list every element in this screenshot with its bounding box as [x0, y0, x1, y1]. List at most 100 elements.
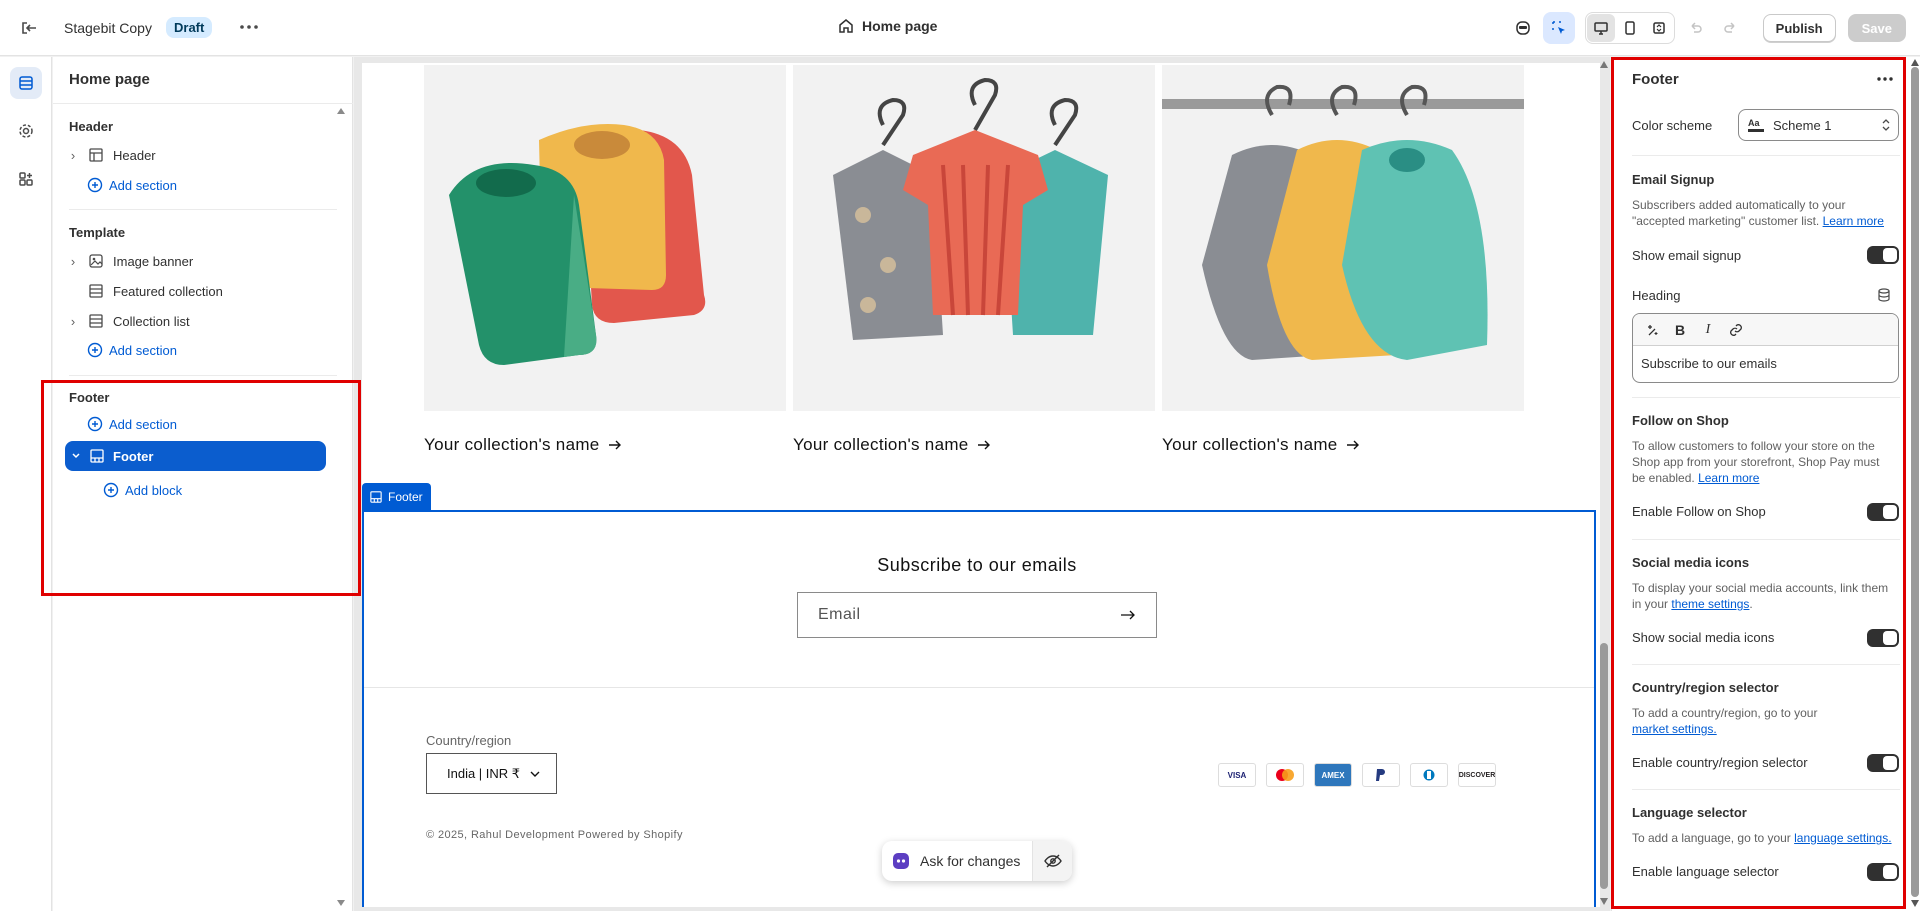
add-section-label: Add section — [109, 342, 177, 358]
status-badge: Draft — [166, 17, 213, 38]
language-selector-heading: Language selector — [1632, 805, 1747, 820]
show-social-icons-toggle[interactable] — [1867, 629, 1899, 647]
page-selector[interactable]: Home page — [838, 18, 937, 34]
section-collection-list[interactable]: › Collection list — [65, 307, 329, 335]
ai-sparkle-icon[interactable] — [1641, 319, 1663, 341]
payment-icons: VISA AMEX DISCOVER — [1218, 763, 1600, 787]
preview-canvas: Your collection's name Your collection's… — [354, 57, 1610, 911]
select-element-icon[interactable] — [1542, 12, 1575, 44]
color-scheme-select[interactable]: Aa Scheme 1 — [1738, 109, 1899, 141]
folded-shirts-illustration — [449, 124, 706, 365]
amex-icon: AMEX — [1314, 763, 1352, 787]
add-section-footer-button[interactable]: Add section — [87, 412, 177, 436]
arrow-right-icon[interactable] — [1120, 609, 1136, 621]
collection-link[interactable]: Your collection's name — [1162, 435, 1360, 455]
collection-card-image[interactable] — [424, 65, 786, 411]
collection-link[interactable]: Your collection's name — [424, 435, 622, 455]
footer-section-icon — [87, 449, 107, 463]
chevron-right-icon[interactable]: › — [65, 314, 81, 329]
settings-scrollbar[interactable] — [1909, 57, 1920, 911]
collection-name: Your collection's name — [793, 435, 969, 454]
mobile-view-icon[interactable] — [1616, 14, 1644, 42]
follow-shop-heading: Follow on Shop — [1632, 413, 1729, 428]
learn-more-link[interactable]: Learn more — [1823, 214, 1884, 228]
country-region-label: Country/region — [426, 733, 512, 748]
add-section-header-button[interactable]: Add section — [87, 173, 177, 197]
settings-icon[interactable] — [10, 115, 42, 147]
collection-card-image[interactable] — [1162, 65, 1524, 411]
ask-for-changes[interactable]: Ask for changes — [882, 841, 1073, 881]
collection-card-image[interactable] — [793, 65, 1155, 411]
plus-circle-icon — [87, 342, 103, 358]
chevron-right-icon[interactable]: › — [65, 148, 81, 163]
chevron-down-icon[interactable] — [65, 451, 87, 461]
section-label: Collection list — [113, 313, 190, 329]
select-arrows-icon — [1882, 119, 1890, 131]
social-icons-heading: Social media icons — [1632, 555, 1750, 570]
section-footer-selected[interactable]: Footer — [65, 441, 326, 471]
home-icon — [839, 19, 853, 33]
link-icon[interactable] — [1725, 319, 1747, 341]
email-input[interactable]: Email — [797, 592, 1157, 638]
language-selector-description: To add a language, go to your language s… — [1632, 831, 1892, 845]
header-section-icon — [85, 148, 107, 162]
add-section-template-button[interactable]: Add section — [87, 338, 177, 362]
section-label: Header — [113, 147, 156, 163]
panel-title: Home page — [69, 71, 150, 88]
collection-icon — [85, 314, 107, 328]
enable-follow-shop-toggle[interactable] — [1867, 503, 1899, 521]
mastercard-icon — [1266, 763, 1304, 787]
scroll-up-icon[interactable] — [336, 107, 346, 115]
italic-icon[interactable]: I — [1697, 319, 1719, 341]
redo-icon[interactable] — [1715, 12, 1747, 44]
add-block-button[interactable]: Add block — [103, 478, 182, 502]
section-image-banner[interactable]: › Image banner — [65, 247, 329, 275]
desktop-view-icon[interactable] — [1586, 14, 1615, 42]
publish-button[interactable]: Publish — [1762, 14, 1836, 42]
inspector-icon[interactable] — [1507, 12, 1539, 44]
exit-icon[interactable] — [16, 15, 42, 41]
heading-value: Subscribe to our emails — [1641, 356, 1777, 371]
enable-country-selector-toggle[interactable] — [1867, 754, 1899, 772]
show-email-signup-toggle[interactable] — [1867, 246, 1899, 264]
theme-settings-link[interactable]: theme settings — [1671, 597, 1749, 611]
collection-link[interactable]: Your collection's name — [793, 435, 991, 455]
clothing-rack-illustration — [1162, 84, 1524, 360]
email-signup-description: Subscribers added automatically to your … — [1632, 198, 1884, 228]
preview-scrollbar[interactable] — [1598, 57, 1610, 911]
add-section-label: Add section — [109, 416, 177, 432]
plus-circle-icon — [87, 177, 103, 193]
bold-icon[interactable]: B — [1669, 319, 1691, 341]
top-bar: Stagebit Copy Draft Home page Publish Sa… — [0, 0, 1920, 56]
country-region-select[interactable]: India | INR ₹ — [426, 753, 557, 794]
fullscreen-icon[interactable] — [1645, 14, 1673, 42]
section-header[interactable]: › Header — [65, 141, 329, 169]
more-actions-icon[interactable] — [236, 14, 262, 40]
arrow-right-icon — [1346, 440, 1359, 450]
enable-country-selector-label: Enable country/region selector — [1632, 755, 1808, 770]
undo-icon[interactable] — [1679, 12, 1711, 44]
storefront-preview: Your collection's name Your collection's… — [362, 63, 1600, 907]
chevron-right-icon[interactable]: › — [65, 254, 81, 269]
section-featured-collection[interactable]: Featured collection — [65, 277, 329, 305]
email-placeholder: Email — [818, 606, 861, 623]
heading-rich-text-editor[interactable]: B I Subscribe to our emails — [1632, 313, 1899, 383]
enable-language-selector-toggle[interactable] — [1867, 863, 1899, 881]
hide-icon[interactable] — [1032, 841, 1073, 881]
template-group-title: Template — [69, 225, 126, 240]
footer-section-tag[interactable]: Footer — [362, 483, 431, 511]
more-options-icon[interactable] — [1877, 77, 1893, 81]
language-settings-link[interactable]: language settings. — [1794, 831, 1891, 845]
market-settings-link[interactable]: market settings. — [1632, 722, 1717, 736]
save-button[interactable]: Save — [1847, 14, 1906, 42]
add-block-label: Add block — [125, 482, 183, 498]
learn-more-link[interactable]: Learn more — [1698, 471, 1759, 485]
apps-icon[interactable] — [10, 163, 42, 195]
chevron-down-icon — [530, 771, 540, 777]
sections-icon[interactable] — [10, 67, 42, 99]
scroll-down-icon[interactable] — [336, 899, 346, 907]
paypal-icon — [1362, 763, 1400, 787]
dynamic-source-icon[interactable] — [1878, 288, 1890, 302]
section-label: Image banner — [113, 253, 194, 269]
ask-label: Ask for changes — [920, 853, 1021, 869]
